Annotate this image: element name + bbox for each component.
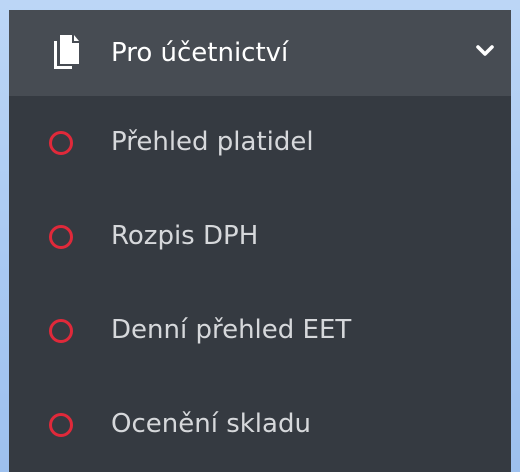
- menu-item-oceneni-skladu[interactable]: Ocenění skladu: [9, 378, 511, 472]
- menu-item-prehled-platidel[interactable]: Přehled platidel: [9, 96, 511, 190]
- accounting-menu: Pro účetnictví Přehled platidel Rozpis D…: [9, 10, 511, 472]
- menu-item-rozpis-dph[interactable]: Rozpis DPH: [9, 190, 511, 284]
- menu-item-label: Denní přehled EET: [111, 315, 352, 345]
- menu-item-label: Ocenění skladu: [111, 409, 311, 439]
- documents-icon: [54, 35, 79, 69]
- menu-item-label: Přehled platidel: [111, 127, 314, 157]
- menu-list: Přehled platidel Rozpis DPH Denní přehle…: [9, 96, 511, 472]
- circle-outline-icon: [49, 225, 73, 249]
- circle-outline-icon: [49, 413, 73, 437]
- menu-header-pro-ucetnictvi[interactable]: Pro účetnictví: [9, 10, 511, 96]
- menu-item-denni-prehled-eet[interactable]: Denní přehled EET: [9, 284, 511, 378]
- circle-outline-icon: [49, 131, 73, 155]
- chevron-down-icon[interactable]: [475, 44, 495, 58]
- menu-header-label: Pro účetnictví: [111, 38, 289, 68]
- circle-outline-icon: [49, 319, 73, 343]
- menu-item-label: Rozpis DPH: [111, 221, 259, 251]
